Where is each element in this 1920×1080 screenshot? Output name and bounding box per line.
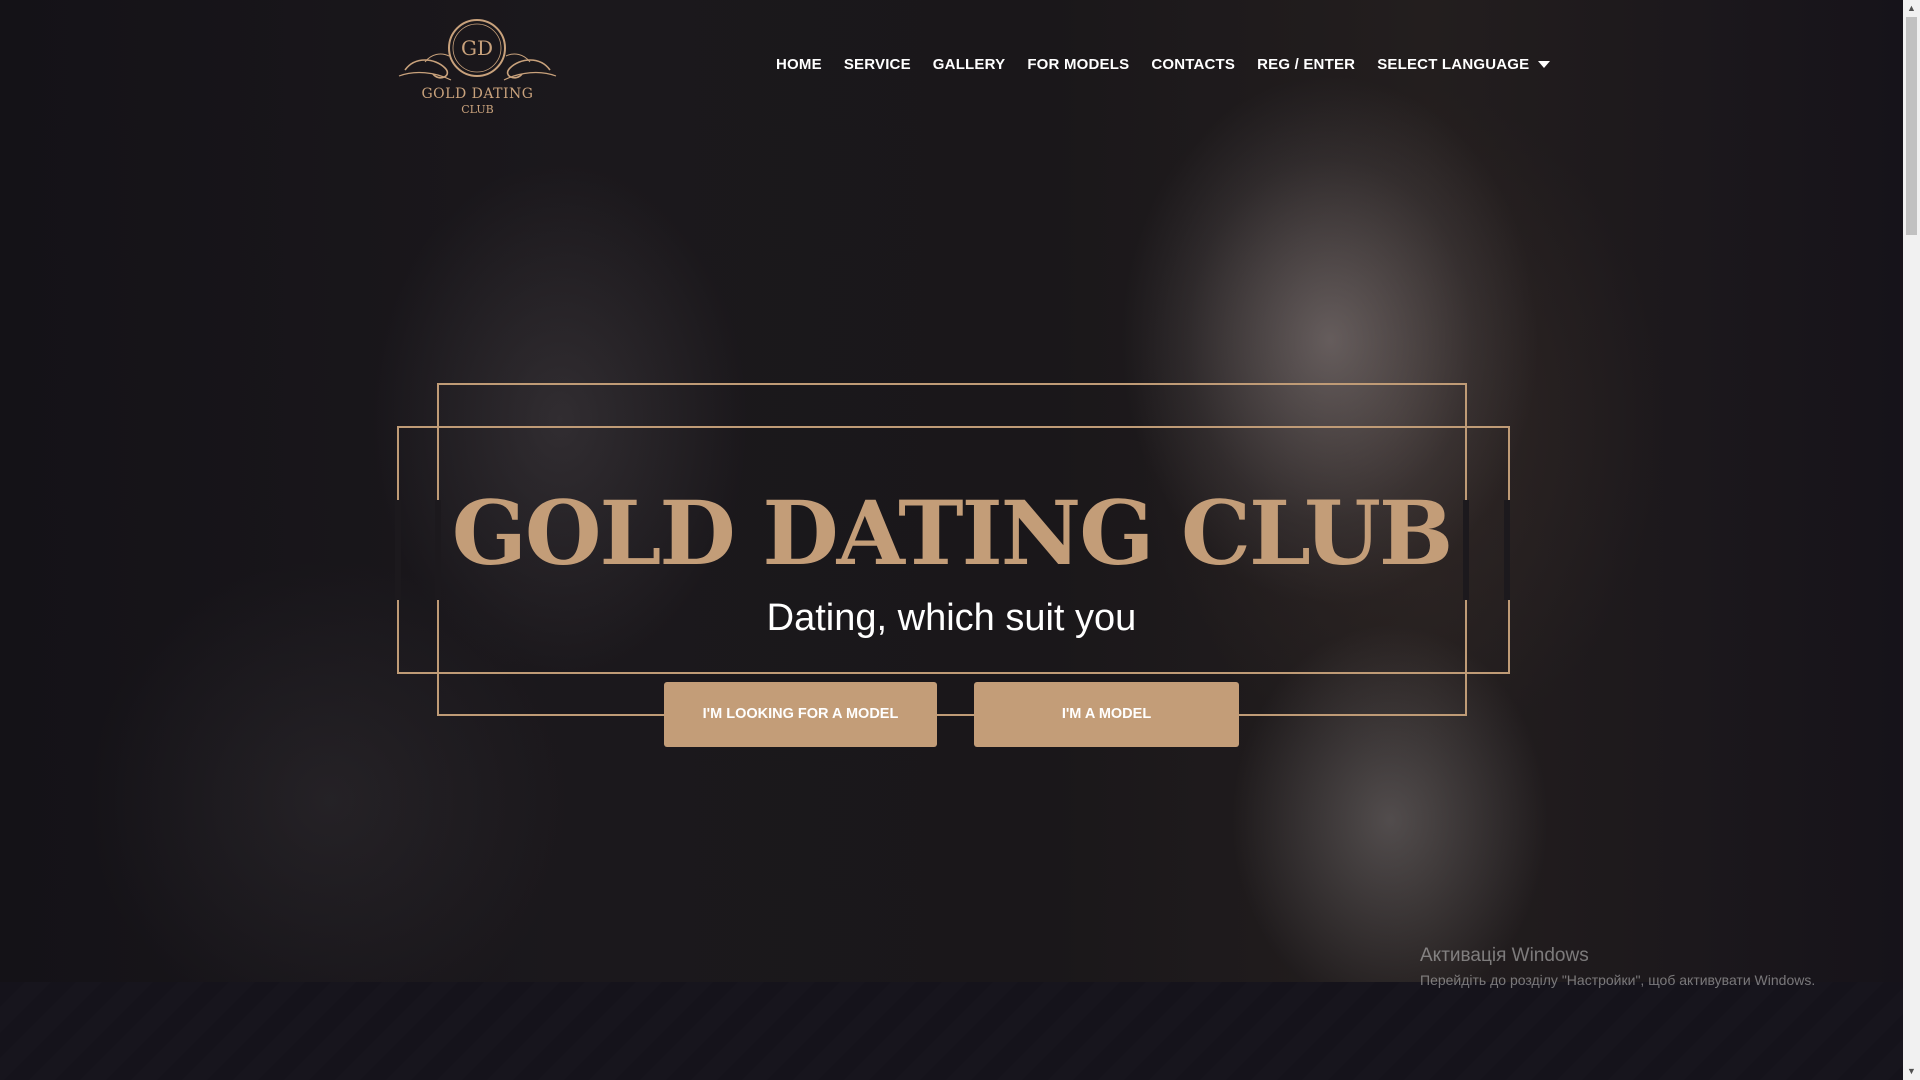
watermark-text: Перейдіть до розділу "Настройки", щоб ак… [1420, 972, 1816, 988]
language-label: SELECT LANGUAGE [1377, 55, 1530, 73]
im-a-model-button[interactable]: I'M A MODEL [974, 682, 1239, 747]
hero-subtitle: Dating, which suit you [766, 597, 1137, 639]
looking-for-model-button[interactable]: I'M LOOKING FOR A MODEL [664, 682, 937, 747]
main-nav: HOME SERVICE GALLERY FOR MODELS CONTACTS… [776, 52, 1551, 76]
nav-service[interactable]: SERVICE [844, 56, 911, 73]
nav-for-models[interactable]: FOR MODELS [1027, 56, 1129, 73]
nav-reg-enter[interactable]: REG / ENTER [1257, 56, 1355, 73]
scroll-up-icon[interactable]: ▲ [1903, 0, 1920, 17]
lower-section [0, 982, 1903, 1080]
scrollbar-thumb[interactable] [1906, 17, 1917, 235]
nav-home[interactable]: HOME [776, 56, 822, 73]
windows-activation-watermark: Активація Windows Перейдіть до розділу "… [1420, 944, 1815, 990]
watermark-title: Активація Windows [1420, 945, 1589, 966]
logo-text-line2: CLUB [461, 103, 494, 116]
site-logo[interactable]: GD GOLD DATING CLUB [395, 18, 560, 120]
scroll-down-icon[interactable]: ▼ [1903, 1063, 1920, 1080]
nav-gallery[interactable]: GALLERY [933, 56, 1006, 73]
nav-contacts[interactable]: CONTACTS [1151, 56, 1235, 73]
caret-down-icon [1538, 60, 1551, 68]
vertical-scrollbar[interactable]: ▲ ▼ [1903, 0, 1920, 1080]
language-selector[interactable]: SELECT LANGUAGE [1377, 55, 1551, 73]
hero-title: GOLD DATING CLUB [451, 481, 1454, 585]
logo-text-line1: GOLD DATING [421, 86, 534, 102]
logo-monogram: GD [461, 36, 493, 60]
